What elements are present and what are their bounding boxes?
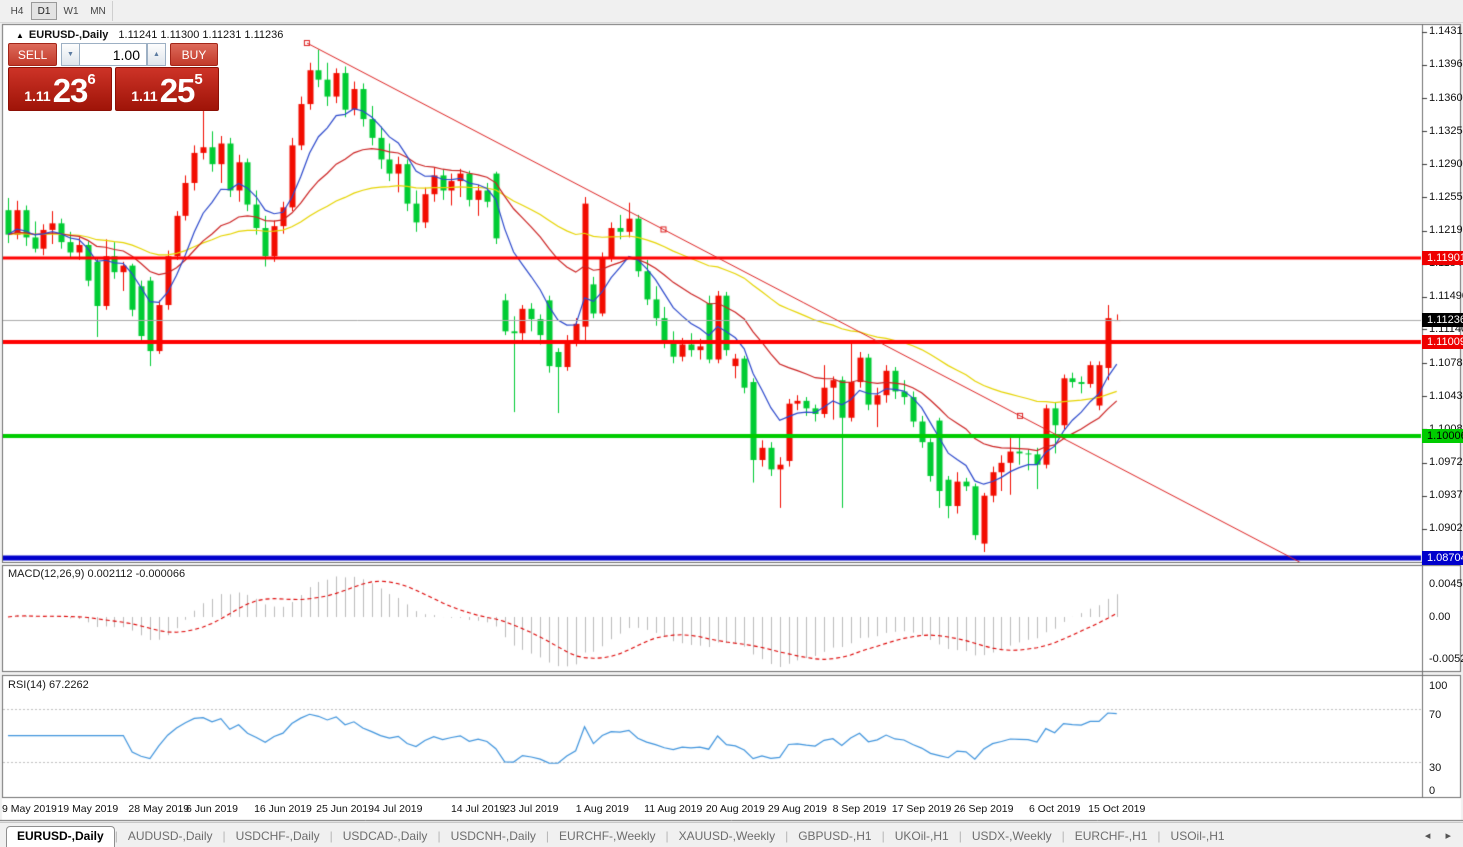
date-axis-label: 11 Aug 2019 [644,803,702,815]
sell-price-box[interactable]: 1.11236 [8,67,112,111]
price-level-badge: 1.11901 [1422,251,1463,265]
trade-panel-quotes: 1.11236 1.11255 [8,67,218,111]
tab-usdchf-daily[interactable]: USDCHF-,Daily [226,827,330,846]
symbol-tab-bar: EURUSD-,Daily|AUDUSD-,Daily|USDCHF-,Dail… [0,822,1463,847]
tab-usoil-h1[interactable]: USOil-,H1 [1161,827,1235,846]
volume-input[interactable] [79,43,147,66]
price-axis-tick: 1.09720 [1429,456,1463,469]
price-axis-tick: 1.09020 [1429,522,1463,535]
trade-panel-top-row: SELL ▼ ▲ BUY [8,43,218,66]
price-axis-tick: 1.14310 [1429,25,1463,38]
rsi-axis-label: 100 [1429,680,1447,693]
price-level-badge: 1.10006 [1422,429,1463,443]
date-axis-label: 17 Sep 2019 [892,803,952,815]
buy-price-prefix: 1.11 [131,85,157,107]
sell-button[interactable]: SELL [8,43,57,66]
sell-price-prefix: 1.11 [24,85,50,107]
tab-usdcnh-daily[interactable]: USDCNH-,Daily [441,827,546,846]
date-axis-label: 25 Jun 2019 [316,803,374,815]
volume-increase-button[interactable]: ▲ [147,43,166,66]
macd-axis-label: 0.004536 [1429,578,1463,591]
buy-price-big: 25 [160,74,195,107]
buy-price-box[interactable]: 1.11255 [115,67,219,111]
ohlc-values: 1.11241 1.11300 1.11231 1.11236 [118,29,283,41]
tab-eurchf-weekly[interactable]: EURCHF-,Weekly [549,827,665,846]
volume-decrease-button[interactable]: ▼ [61,43,80,66]
rsi-indicator-label: RSI(14) 67.2262 [8,679,89,691]
tab-usdx-weekly[interactable]: USDX-,Weekly [962,827,1062,846]
chart-title: ▲ EURUSD-,Daily 1.11241 1.11300 1.11231 1.… [16,29,283,41]
macd-axis-label: -0.005205 [1429,653,1463,666]
timeframe-button-h4[interactable]: H4 [4,2,30,20]
sell-price-big: 23 [53,74,88,107]
date-axis-label: 15 Oct 2019 [1088,803,1145,815]
sell-price-pip: 6 [87,72,95,87]
rsi-axis-label: 70 [1429,709,1441,722]
tab-ukoil-h1[interactable]: UKOil-,H1 [885,827,959,846]
macd-indicator-label: MACD(12,26,9) 0.002112 -0.000066 [8,568,185,580]
price-axis-tick: 1.10780 [1429,357,1463,370]
rsi-axis-label: 30 [1429,762,1441,775]
toolbar-divider [112,1,113,21]
tab-gbpusd-h1[interactable]: GBPUSD-,H1 [788,827,881,846]
price-chart-canvas[interactable] [0,0,1463,847]
price-axis-tick: 1.10430 [1429,390,1463,403]
price-level-badge: 1.08704 [1422,551,1463,565]
collapse-triangle-icon[interactable]: ▲ [16,31,24,40]
timeframe-toolbar: H4D1W1MN [0,0,1463,23]
price-axis-tick: 1.12900 [1429,158,1463,171]
price-axis-tick: 1.09370 [1429,489,1463,502]
trading-terminal: H4D1W1MN ▲ EURUSD-,Daily 1.11241 1.11300 1… [0,0,1463,847]
date-axis-label: 6 Oct 2019 [1029,803,1080,815]
rsi-axis-label: 0 [1429,785,1435,798]
date-axis-label: 28 May 2019 [128,803,189,815]
timeframe-button-w1[interactable]: W1 [58,2,84,20]
tabs-host: EURUSD-,Daily|AUDUSD-,Daily|USDCHF-,Dail… [6,823,1235,847]
price-axis-tick: 1.12190 [1429,224,1463,237]
date-axis-label: 19 May 2019 [57,803,118,815]
price-axis-tick: 1.12550 [1429,191,1463,204]
tab-xauusd-weekly[interactable]: XAUUSD-,Weekly [669,827,785,846]
price-level-badge: 1.11009 [1422,335,1463,349]
price-axis-tick: 1.13600 [1429,92,1463,105]
tab-eurusd-daily[interactable]: EURUSD-,Daily [6,826,115,847]
buy-price-pip: 5 [194,72,202,87]
date-axis-label: 29 Aug 2019 [768,803,827,815]
date-axis-label: 14 Jul 2019 [451,803,505,815]
tab-scroll-arrows[interactable]: ◂ ▸ [1425,829,1457,842]
timeframe-button-d1[interactable]: D1 [31,2,57,20]
macd-axis-label: 0.00 [1429,611,1450,624]
date-axis-label: 9 May 2019 [2,803,57,815]
price-axis-tick: 1.13960 [1429,58,1463,71]
symbol-period-label: EURUSD-,Daily [29,29,108,41]
tab-eurchf-h1[interactable]: EURCHF-,H1 [1065,827,1158,846]
price-axis-tick: 1.13250 [1429,125,1463,138]
date-axis-label: 6 Jun 2019 [186,803,238,815]
timeframe-button-mn[interactable]: MN [85,2,111,20]
date-axis-label: 23 Jul 2019 [504,803,558,815]
price-axis-tick: 1.11490 [1429,290,1463,303]
tab-usdcad-daily[interactable]: USDCAD-,Daily [333,827,438,846]
date-axis-label: 8 Sep 2019 [833,803,887,815]
tab-audusd-daily[interactable]: AUDUSD-,Daily [118,827,223,846]
date-axis-label: 1 Aug 2019 [576,803,629,815]
date-axis-label: 26 Sep 2019 [954,803,1014,815]
price-level-badge: 1.11236 [1422,313,1463,327]
date-axis-label: 4 Jul 2019 [374,803,422,815]
buy-button[interactable]: BUY [170,43,218,66]
date-axis-label: 20 Aug 2019 [706,803,765,815]
one-click-trading-panel: SELL ▼ ▲ BUY 1.11236 1.11255 [8,43,218,111]
date-axis-label: 16 Jun 2019 [254,803,312,815]
